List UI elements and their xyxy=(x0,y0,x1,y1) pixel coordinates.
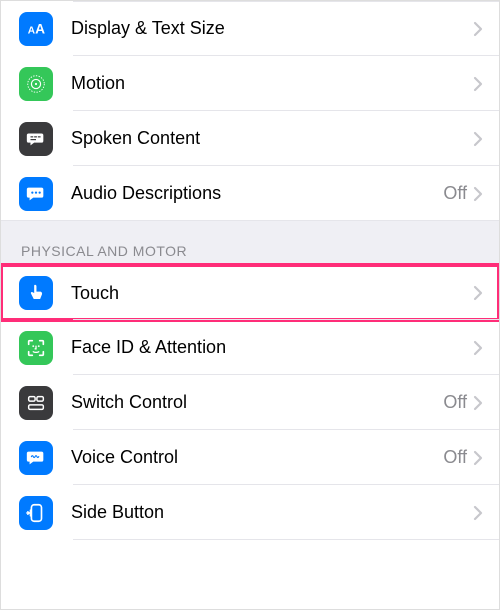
row-label: Switch Control xyxy=(71,392,443,413)
audio-descriptions-icon xyxy=(19,177,53,211)
faceid-icon xyxy=(19,331,53,365)
motion-icon xyxy=(19,67,53,101)
row-voice-control[interactable]: Voice Control Off xyxy=(1,430,499,485)
chevron-right-icon xyxy=(473,285,483,301)
row-spoken-content[interactable]: Spoken Content xyxy=(1,111,499,166)
row-label: Side Button xyxy=(71,502,473,523)
spoken-content-icon xyxy=(19,122,53,156)
svg-text:A: A xyxy=(35,21,45,36)
row-motion[interactable]: Motion xyxy=(1,56,499,111)
row-label: Motion xyxy=(71,73,473,94)
row-touch[interactable]: Touch xyxy=(1,265,499,320)
display-text-size-icon: AA xyxy=(19,12,53,46)
side-button-icon xyxy=(19,496,53,530)
chevron-right-icon xyxy=(473,186,483,202)
voice-control-icon xyxy=(19,441,53,475)
separator xyxy=(73,539,499,540)
row-label: Display & Text Size xyxy=(71,18,473,39)
settings-screen: AA Display & Text Size Motion Spoken Con… xyxy=(0,0,500,610)
row-label: Spoken Content xyxy=(71,128,473,149)
separator xyxy=(1,220,499,221)
row-value: Off xyxy=(443,183,467,204)
chevron-right-icon xyxy=(473,340,483,356)
section-header-label: PHYSICAL AND MOTOR xyxy=(21,243,187,259)
chevron-right-icon xyxy=(473,505,483,521)
touch-icon xyxy=(19,276,53,310)
row-label: Touch xyxy=(71,283,473,304)
chevron-right-icon xyxy=(473,450,483,466)
row-faceid-attention[interactable]: Face ID & Attention xyxy=(1,320,499,375)
chevron-right-icon xyxy=(473,131,483,147)
row-audio-descriptions[interactable]: Audio Descriptions Off xyxy=(1,166,499,221)
row-display-text-size[interactable]: AA Display & Text Size xyxy=(1,1,499,56)
row-label: Audio Descriptions xyxy=(71,183,443,204)
row-label: Face ID & Attention xyxy=(71,337,473,358)
chevron-right-icon xyxy=(473,395,483,411)
section-header-physical: PHYSICAL AND MOTOR xyxy=(1,221,499,265)
separator xyxy=(73,1,499,2)
chevron-right-icon xyxy=(473,76,483,92)
chevron-right-icon xyxy=(473,21,483,37)
row-value: Off xyxy=(443,447,467,468)
row-label: Voice Control xyxy=(71,447,443,468)
row-value: Off xyxy=(443,392,467,413)
switch-control-icon xyxy=(19,386,53,420)
row-switch-control[interactable]: Switch Control Off xyxy=(1,375,499,430)
row-side-button[interactable]: Side Button xyxy=(1,485,499,540)
